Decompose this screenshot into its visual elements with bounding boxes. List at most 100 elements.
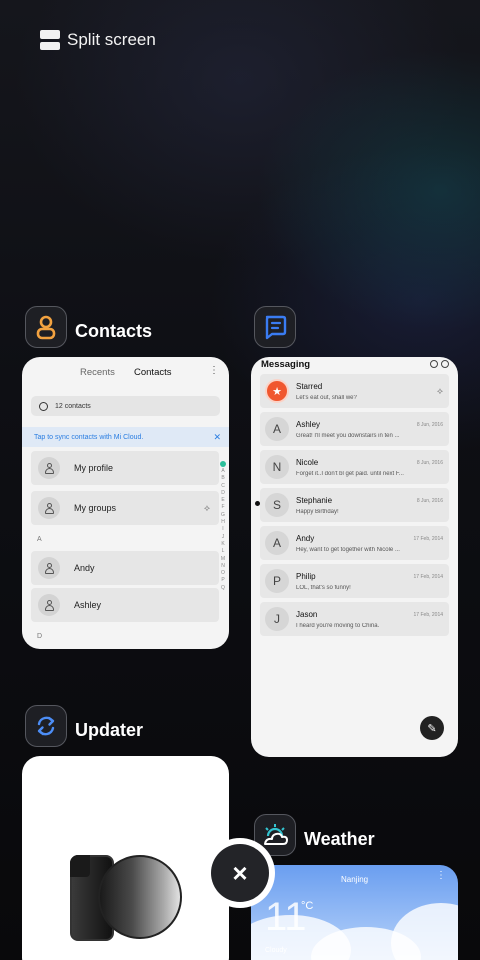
updater-app-title: Updater (75, 720, 144, 740)
index-letter[interactable]: J (222, 534, 225, 541)
index-letter[interactable]: B (221, 475, 224, 482)
contacts-app-preview[interactable]: Recents Contacts ⋮ 12 contacts Tap to sy… (22, 357, 229, 649)
row-label: My profile (74, 463, 114, 473)
avatar: P (265, 569, 289, 593)
index-letter[interactable]: A (221, 468, 224, 475)
contacts-app-icon[interactable] (25, 306, 67, 348)
weather-unit: °C (301, 900, 314, 912)
messaging-app-preview[interactable]: Messaging ★ Starred Let's eat out, shall w… (251, 357, 458, 757)
thread-date: 17 Feb, 2014 (413, 574, 443, 580)
contacts-search-bar[interactable]: 12 contacts (31, 396, 220, 416)
thread-name: Starred (296, 382, 323, 391)
index-letter[interactable]: G (221, 512, 225, 519)
thread-date: 8 Jun, 2016 (416, 460, 443, 466)
avatar: A (265, 531, 289, 555)
split-screen-button[interactable]: Split screen (40, 30, 156, 50)
tab-recents[interactable]: Recents (80, 367, 115, 378)
clear-all-button[interactable]: × (205, 838, 275, 908)
index-letter[interactable]: L (222, 548, 225, 555)
contacts-count: 12 contacts (55, 402, 91, 410)
alphabet-index[interactable]: ABCDEFGHIJKLMNOPQ (219, 461, 227, 592)
starred-arrow-icon: ⟡ (437, 386, 443, 396)
my-groups-row[interactable]: My groups ⟡ (31, 491, 219, 525)
contact-row-andy[interactable]: Andy (31, 551, 219, 585)
sync-banner[interactable]: Tap to sync contacts with Mi Cloud. ✕ (22, 427, 229, 447)
thread-preview: LOL, that's so funny! (296, 585, 351, 591)
more-menu-icon[interactable]: ⋮ (209, 365, 219, 376)
settings-icon[interactable] (441, 360, 449, 368)
index-letter[interactable]: P (221, 577, 224, 584)
weather-icon (264, 824, 288, 845)
contact-name: Ashley (74, 600, 102, 610)
thread-date: 8 Jun, 2016 (416, 498, 443, 504)
updater-icon (37, 716, 55, 736)
messaging-title: Messaging (261, 359, 311, 370)
index-letter[interactable]: E (221, 497, 224, 504)
index-letter[interactable]: F (221, 504, 224, 511)
thread-preview: Forget it..I don't bl get paid. until ne… (296, 471, 404, 477)
thread-preview: Hey, want to get together with Nicole ..… (296, 547, 400, 553)
split-screen-icon (40, 30, 60, 50)
starred-icon: ★ (265, 379, 289, 403)
weather-app-preview[interactable]: Nanjing ⋮ 11 °C Cloudy (251, 865, 458, 960)
avatar: A (265, 417, 289, 441)
contacts-app-title: Contacts (75, 321, 153, 341)
cloud-shape (391, 903, 458, 960)
profile-icon (38, 457, 60, 479)
avatar: S (265, 493, 289, 517)
message-thread-row[interactable]: J Jason I heard you're moving to China. 17 … (260, 602, 449, 636)
message-thread-row[interactable]: ★ Starred Let's eat out, shall we? ⟡ (260, 374, 449, 408)
avatar: N (265, 455, 289, 479)
updater-app-icon[interactable] (25, 705, 67, 747)
tab-contacts[interactable]: Contacts (134, 367, 172, 378)
thread-preview: I heard you're moving to China. (296, 623, 380, 629)
index-letter[interactable]: K (221, 541, 224, 548)
updater-app-preview[interactable] (22, 756, 229, 960)
thread-name: Nicole (296, 458, 319, 467)
index-letter[interactable]: C (221, 483, 225, 490)
message-thread-row[interactable]: A Andy Hey, want to get together with Nico… (260, 526, 449, 560)
index-letter[interactable]: D (221, 490, 225, 497)
thread-name: Jason (296, 610, 318, 619)
sync-banner-text: Tap to sync contacts with Mi Cloud. (34, 433, 144, 441)
close-banner-icon[interactable]: ✕ (213, 432, 221, 443)
thread-name: Stephanie (296, 496, 333, 505)
message-thread-row[interactable]: P Philip LOL, that's so funny! 17 Feb, 2014 (260, 564, 449, 598)
weather-app-title: Weather (304, 829, 375, 849)
compose-button[interactable]: ✎ (420, 716, 444, 740)
section-header-a: A (37, 536, 42, 543)
thread-preview: Great! I'll meet you downstairs in ten .… (296, 433, 400, 439)
contacts-icon (36, 315, 56, 340)
thread-preview: Let's eat out, shall we? (296, 395, 357, 401)
index-letter[interactable]: O (221, 570, 225, 577)
weather-condition: Cloudy (265, 947, 287, 954)
groups-arrow-icon: ⟡ (204, 502, 210, 513)
search-icon[interactable] (430, 360, 438, 368)
messaging-icon (265, 315, 287, 340)
index-letter[interactable]: N (221, 563, 225, 570)
thread-date: 17 Feb, 2014 (413, 612, 443, 618)
index-letter[interactable]: M (221, 556, 225, 563)
split-screen-label: Split screen (67, 30, 156, 49)
thread-name: Ashley (296, 420, 321, 429)
thread-name: Andy (296, 534, 315, 543)
message-thread-row[interactable]: A Ashley Great! I'll meet you downstairs i… (260, 412, 449, 446)
thread-date: 8 Jun, 2016 (416, 422, 443, 428)
miui-10-logo-zero (98, 855, 182, 939)
more-menu-icon[interactable]: ⋮ (436, 870, 446, 881)
close-icon: × (211, 844, 269, 902)
messaging-app-icon[interactable] (254, 306, 296, 348)
index-letter[interactable]: Q (221, 585, 225, 592)
index-letter[interactable]: H (221, 519, 225, 526)
unread-indicator (255, 501, 260, 506)
contact-row-ashley[interactable]: Ashley (31, 588, 219, 622)
message-thread-row[interactable]: N Nicole Forget it..I don't bl get paid. u… (260, 450, 449, 484)
weather-city: Nanjing (341, 875, 369, 884)
message-thread-row[interactable]: S Stephanie Happy Birthday! 8 Jun, 2016 (260, 488, 449, 522)
index-letter[interactable]: I (222, 526, 223, 533)
avatar (38, 594, 60, 616)
my-profile-row[interactable]: My profile (31, 451, 219, 485)
index-star-dot (220, 461, 226, 467)
avatar: J (265, 607, 289, 631)
row-label: My groups (74, 503, 117, 513)
